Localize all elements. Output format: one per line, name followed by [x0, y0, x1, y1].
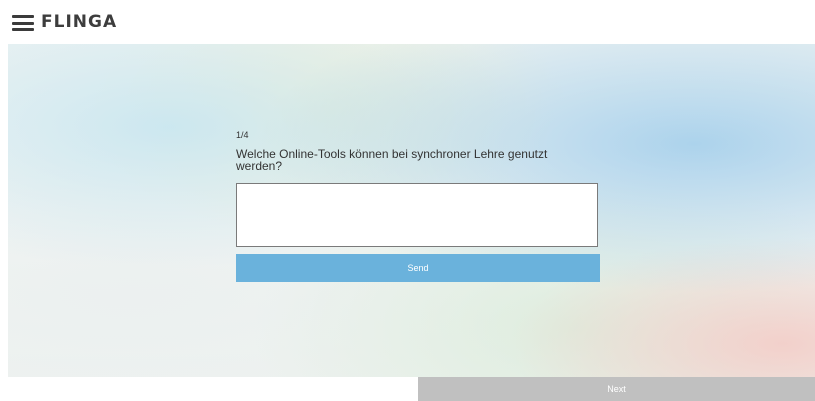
flinga-logo[interactable]: FLINGA	[41, 12, 117, 32]
hamburger-menu-icon[interactable]	[12, 15, 34, 31]
menu-icon-line	[12, 21, 34, 25]
next-button[interactable]: Next	[418, 377, 815, 401]
question-counter: 1/4	[236, 130, 249, 140]
menu-icon-line	[12, 15, 34, 18]
question-text: Welche Online-Tools können bei synchrone…	[236, 147, 548, 173]
answer-input[interactable]	[236, 183, 598, 247]
send-button[interactable]: Send	[236, 254, 600, 282]
top-bar: FLINGA	[0, 0, 815, 44]
menu-icon-line	[12, 28, 34, 31]
